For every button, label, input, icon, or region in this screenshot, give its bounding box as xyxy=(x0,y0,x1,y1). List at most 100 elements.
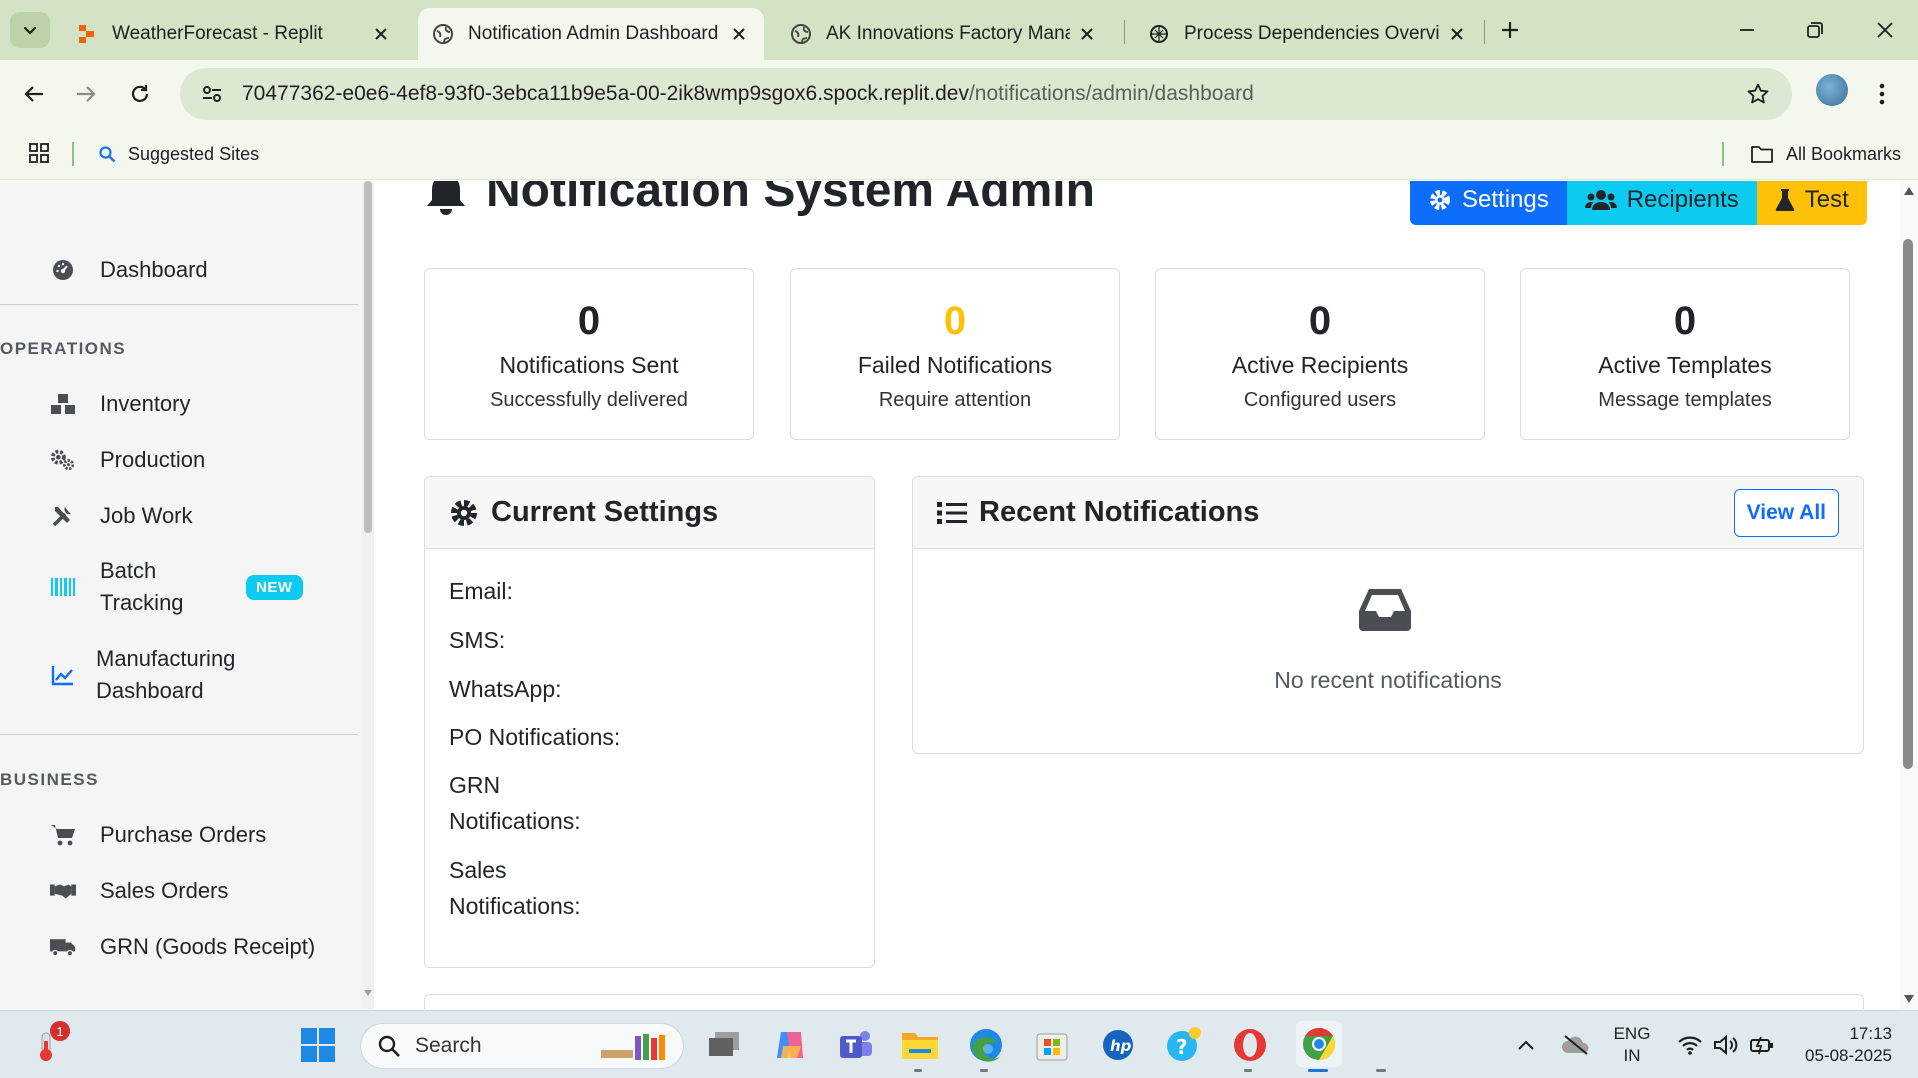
close-icon[interactable] xyxy=(1446,23,1468,45)
bookmark-suggested-sites[interactable]: Suggested Sites xyxy=(98,140,259,168)
recipients-button[interactable]: Recipients xyxy=(1566,181,1757,225)
url-text[interactable]: 70477362-e0e6-4ef8-93f0-3ebca11b9e5a-00-… xyxy=(242,82,1254,106)
sidebar-heading-business: BUSINESS xyxy=(0,770,99,789)
taskbar-search[interactable]: Search xyxy=(360,1023,684,1069)
sidebar-item-sales-orders[interactable]: Sales Orders xyxy=(0,871,358,911)
close-icon[interactable] xyxy=(728,23,750,45)
forward-button[interactable] xyxy=(68,76,104,112)
store-app[interactable] xyxy=(1032,1025,1072,1065)
header-button-group: Settings Recipients Test xyxy=(1410,181,1867,225)
battery-tray[interactable] xyxy=(1742,1025,1782,1065)
clock-date: 05-08-2025 xyxy=(1805,1046,1892,1065)
sidebar-item-grn[interactable]: GRN (Goods Receipt) xyxy=(0,927,358,967)
stat-value: 0 xyxy=(577,299,601,343)
all-bookmarks[interactable]: All Bookmarks xyxy=(1750,140,1901,168)
opera-app[interactable] xyxy=(1230,1025,1270,1065)
bookmark-star-button[interactable] xyxy=(1742,78,1774,110)
view-all-button[interactable]: View All xyxy=(1733,489,1839,537)
settings-button[interactable]: Settings xyxy=(1410,181,1567,225)
new-tab-button[interactable] xyxy=(1494,14,1526,46)
button-label: Test xyxy=(1804,186,1849,213)
sidebar: Dashboard OPERATIONS Inventory Productio… xyxy=(0,181,374,1009)
show-hidden-icons-button[interactable] xyxy=(1506,1025,1546,1065)
stat-subtext: Successfully delivered xyxy=(490,389,688,411)
sidebar-item-dashboard[interactable]: Dashboard xyxy=(0,249,358,291)
window-close-button[interactable] xyxy=(1862,10,1908,50)
inbox-icon xyxy=(1359,587,1411,638)
users-icon xyxy=(1584,189,1617,211)
bookmark-separator xyxy=(1722,142,1724,166)
setting-sms: SMS: xyxy=(449,627,506,653)
volume-tray[interactable] xyxy=(1706,1025,1746,1065)
page-scroll-thumb[interactable] xyxy=(1903,239,1913,769)
hp-app[interactable]: hp xyxy=(1098,1025,1138,1065)
teams-app[interactable] xyxy=(836,1025,876,1065)
sidebar-item-label: Job Work xyxy=(100,503,193,528)
sidebar-item-batch-tracking[interactable]: Batch Tracking NEW xyxy=(0,555,358,619)
sidebar-item-manufacturing-dashboard[interactable]: Manufacturing Dashboard xyxy=(0,643,358,707)
browser-tabbar: WeatherForecast - Replit Notification Ad… xyxy=(0,0,1918,60)
more-vertical-icon xyxy=(1879,83,1885,105)
minimize-button[interactable] xyxy=(1724,10,1770,50)
browser-menu-button[interactable] xyxy=(1872,76,1892,112)
scroll-up-arrow-icon[interactable] xyxy=(1904,187,1914,195)
running-indicator xyxy=(1244,1069,1252,1072)
bookmark-label: Suggested Sites xyxy=(128,143,260,164)
back-button[interactable] xyxy=(16,76,52,112)
chrome-app[interactable] xyxy=(1296,1021,1342,1067)
tab-search-button[interactable] xyxy=(10,12,50,48)
flask-icon xyxy=(1775,188,1795,212)
start-button[interactable] xyxy=(298,1025,338,1065)
card-title: Current Settings xyxy=(491,496,719,528)
sidebar-item-production[interactable]: Production xyxy=(0,440,358,480)
sidebar-scroll-thumb[interactable] xyxy=(364,181,372,533)
restore-button[interactable] xyxy=(1792,10,1838,50)
weather-widget[interactable]: 1 xyxy=(28,1021,70,1065)
apps-grid-icon[interactable] xyxy=(26,140,52,166)
tab-notification-admin[interactable]: Notification Admin Dashboard xyxy=(418,8,764,60)
stat-value: 0 xyxy=(943,299,967,343)
scroll-down-arrow-icon[interactable] xyxy=(364,989,372,997)
search-placeholder: Search xyxy=(415,1034,482,1057)
test-button[interactable]: Test xyxy=(1756,181,1867,225)
close-icon[interactable] xyxy=(1076,23,1098,45)
language-indicator[interactable]: ENG IN xyxy=(1608,1023,1656,1067)
reload-icon xyxy=(131,85,149,102)
label-line: Manufacturing xyxy=(96,646,236,671)
sidebar-item-purchase-orders[interactable]: Purchase Orders xyxy=(0,815,358,855)
language-code: ENG xyxy=(1613,1024,1651,1043)
stat-value: 0 xyxy=(1673,299,1697,343)
system-clock[interactable]: 17:13 05-08-2025 xyxy=(1796,1023,1892,1067)
profile-avatar[interactable] xyxy=(1816,74,1848,106)
copilot-app[interactable] xyxy=(770,1025,810,1065)
wifi-tray[interactable] xyxy=(1670,1025,1710,1065)
sidebar-item-inventory[interactable]: Inventory xyxy=(0,384,358,424)
file-explorer-app[interactable] xyxy=(900,1025,940,1065)
address-bar[interactable]: 70477362-e0e6-4ef8-93f0-3ebca11b9e5a-00-… xyxy=(180,68,1792,120)
label-line: Batch xyxy=(100,558,157,583)
running-indicator xyxy=(980,1069,988,1072)
page-title: Notification System Admin xyxy=(424,181,1095,218)
sidebar-item-label: Sales Orders xyxy=(100,878,229,903)
tab-process-dependencies[interactable]: Process Dependencies Overview xyxy=(1134,8,1482,60)
onedrive-tray[interactable] xyxy=(1556,1025,1596,1065)
help-app[interactable]: ? xyxy=(1164,1025,1204,1065)
site-info-icon[interactable] xyxy=(194,76,230,112)
edge-app[interactable] xyxy=(966,1025,1006,1065)
task-view-button[interactable] xyxy=(704,1025,744,1065)
tab-ak-innovations[interactable]: AK Innovations Factory Manage xyxy=(776,8,1112,60)
plus-icon xyxy=(1502,22,1518,38)
taskbar: 1 Search hp ? ENG IN 17:13 05-08-2025 xyxy=(0,1010,1918,1078)
setting-grn-notifications: GRN Notifications: xyxy=(449,767,581,839)
url-host: 70477362-e0e6-4ef8-93f0-3ebca11b9e5a-00-… xyxy=(242,82,969,105)
reload-button[interactable] xyxy=(122,76,158,112)
sidebar-item-label: Production xyxy=(100,447,206,472)
tab-weatherforecast[interactable]: WeatherForecast - Replit xyxy=(62,8,406,60)
sidebar-scrollbar[interactable] xyxy=(362,181,374,1009)
close-icon[interactable] xyxy=(370,23,392,45)
sidebar-item-job-work[interactable]: Job Work xyxy=(0,496,358,536)
scroll-down-arrow-icon[interactable] xyxy=(1904,995,1914,1003)
tachometer-icon xyxy=(50,258,76,282)
search-icon xyxy=(377,1034,401,1058)
page-scrollbar[interactable] xyxy=(1900,181,1918,1009)
